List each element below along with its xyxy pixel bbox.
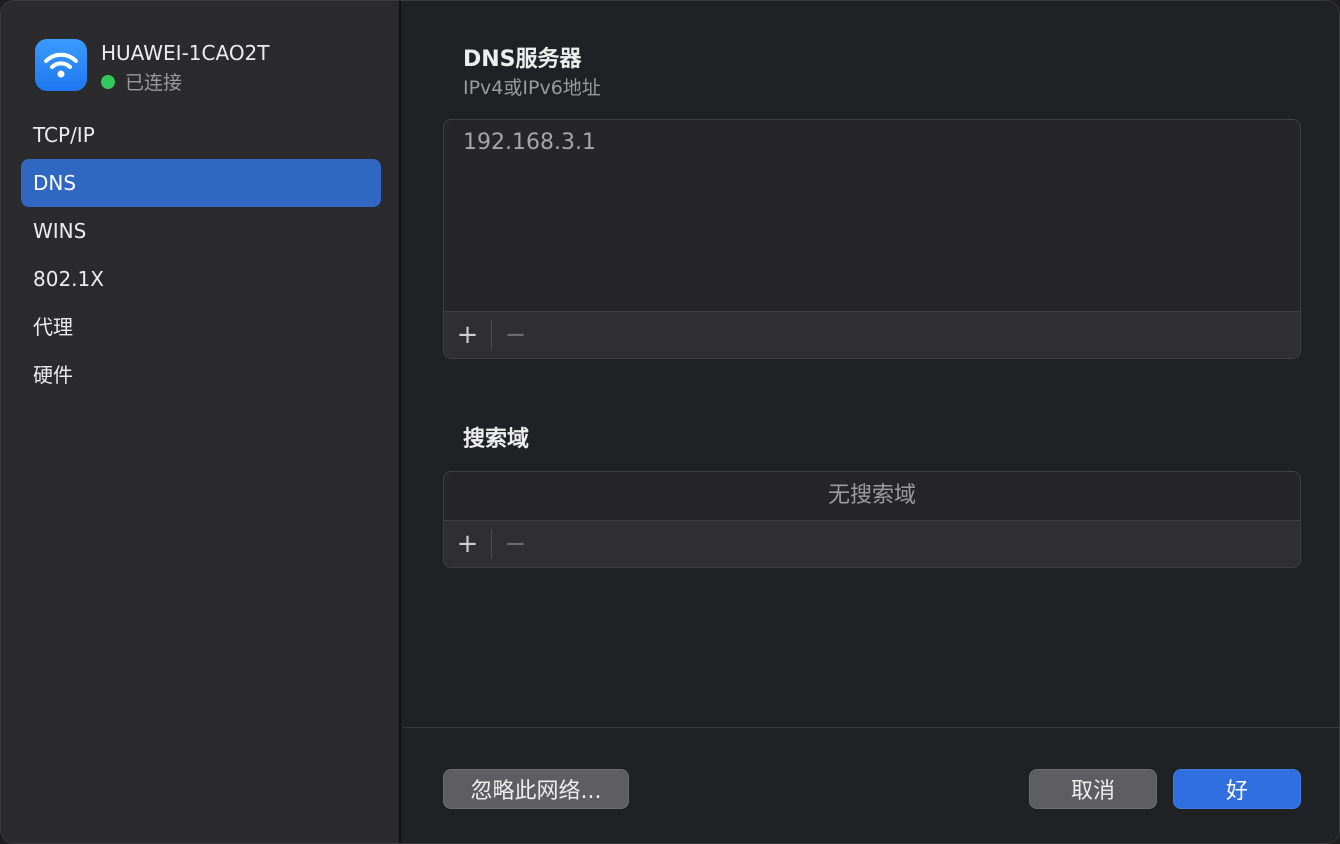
list-item[interactable]: 192.168.3.1 [444, 120, 1300, 155]
sidebar-item-hardware[interactable]: 硬件 [21, 351, 381, 399]
forget-network-button[interactable]: 忽略此网络... [443, 769, 629, 809]
network-status-text: 已连接 [125, 72, 183, 94]
remove-dns-button[interactable]: − [492, 312, 539, 358]
wifi-tile [35, 39, 87, 91]
network-dns-dialog: HUAWEI-1CAO2T 已连接 TCP/IP DNS WINS 802.1X… [0, 0, 1340, 844]
sidebar-list: TCP/IP DNS WINS 802.1X 代理 硬件 [21, 111, 381, 399]
network-name: HUAWEI-1CAO2T [101, 41, 270, 65]
network-status: 已连接 [101, 68, 182, 95]
search-domains-empty-text: 无搜索域 [827, 483, 916, 508]
cancel-button[interactable]: 取消 [1029, 769, 1157, 809]
sidebar-item-proxy[interactable]: 代理 [21, 303, 381, 351]
status-dot-icon [101, 74, 115, 89]
dns-servers-title: DNS服务器 [463, 47, 582, 72]
footer-divider [403, 727, 1339, 728]
search-domains-entries: 无搜索域 [444, 472, 1300, 520]
main-panel: DNS服务器 IPv4或IPv6地址 192.168.3.1 + − 搜索域 无… [403, 1, 1339, 843]
dns-servers-subtitle: IPv4或IPv6地址 [463, 77, 601, 99]
wifi-icon [44, 52, 78, 78]
ok-button[interactable]: 好 [1173, 769, 1301, 809]
dns-servers-list: 192.168.3.1 + − [443, 119, 1301, 359]
remove-search-domain-button[interactable]: − [492, 521, 539, 567]
sidebar-item-dns[interactable]: DNS [21, 159, 381, 207]
add-search-domain-button[interactable]: + [444, 521, 491, 567]
sidebar: HUAWEI-1CAO2T 已连接 TCP/IP DNS WINS 802.1X… [1, 1, 401, 843]
add-dns-button[interactable]: + [444, 312, 491, 358]
dns-servers-toolbar: + − [444, 311, 1300, 358]
search-domains-toolbar: + − [444, 520, 1300, 567]
network-header: HUAWEI-1CAO2T 已连接 [35, 39, 385, 94]
sidebar-item-8021x[interactable]: 802.1X [21, 255, 381, 303]
sidebar-item-wins[interactable]: WINS [21, 207, 381, 255]
sidebar-item-tcpip[interactable]: TCP/IP [21, 111, 381, 159]
search-domains-list: 无搜索域 + − [443, 471, 1301, 568]
dns-servers-entries: 192.168.3.1 [444, 120, 1300, 155]
search-domains-title: 搜索域 [463, 427, 530, 452]
